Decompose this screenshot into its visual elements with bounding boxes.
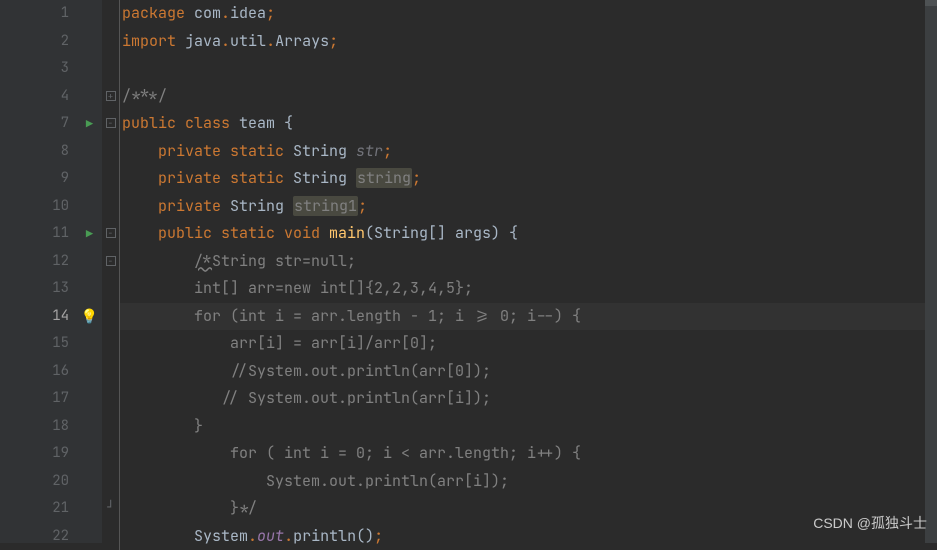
code-line[interactable]: for (int i = arr.length - 1; i >= 0; i--… xyxy=(119,303,937,331)
line-number: 20 xyxy=(22,468,69,496)
run-icon[interactable]: ▶ xyxy=(86,221,93,249)
line-number: 13 xyxy=(22,275,69,303)
line-number: 10 xyxy=(22,193,69,221)
code-line[interactable]: import java.util.Arrays; xyxy=(119,28,937,56)
fold-expand-icon[interactable]: + xyxy=(106,91,116,101)
gutter-icon-strip: ▶ ▶ 💡 xyxy=(77,0,102,543)
code-line[interactable]: for ( int i = 0; i < arr.length; i++) { xyxy=(119,440,937,468)
left-slab xyxy=(0,0,22,543)
line-number: 8 xyxy=(22,138,69,166)
fold-end-icon: ┘ xyxy=(107,501,114,515)
code-line[interactable]: System.out.println(arr[i]); xyxy=(119,468,937,496)
line-number: 18 xyxy=(22,413,69,441)
line-number: 3 xyxy=(22,55,69,83)
line-number: 16 xyxy=(22,358,69,386)
line-number: 1 xyxy=(22,0,69,28)
code-line[interactable]: // System.out.println(arr[i]); xyxy=(119,385,937,413)
code-line[interactable]: int[] arr=new int[]{2,2,3,4,5}; xyxy=(119,275,937,303)
run-icon[interactable]: ▶ xyxy=(86,111,93,139)
code-area[interactable]: package com.idea;import java.util.Arrays… xyxy=(119,0,937,543)
unused-warning-highlight: string xyxy=(356,168,412,188)
code-editor[interactable]: 123478910111213141516171819202122 ▶▶💡 +−… xyxy=(0,0,937,543)
line-number: 11 xyxy=(22,220,69,248)
unused-warning-highlight: string1 xyxy=(293,196,358,216)
intention-bulb-icon[interactable]: 💡 xyxy=(81,308,98,326)
vertical-scrollbar[interactable] xyxy=(925,0,937,543)
fold-collapse-icon[interactable]: − xyxy=(106,256,116,266)
code-line[interactable]: } xyxy=(119,413,937,441)
line-number-gutter: 123478910111213141516171819202122 xyxy=(22,0,77,543)
scrollbar-marker xyxy=(925,0,937,6)
code-line[interactable]: public static void main(String[] args) { xyxy=(119,220,937,248)
line-number: 19 xyxy=(22,440,69,468)
code-line[interactable]: arr[i] = arr[i]/arr[0]; xyxy=(119,330,937,358)
code-line[interactable]: }*/ xyxy=(119,495,937,523)
line-number: 14 xyxy=(22,303,69,331)
code-line[interactable] xyxy=(119,55,937,83)
line-number: 9 xyxy=(22,165,69,193)
fold-strip: + − − − ┘ xyxy=(102,0,119,543)
code-line[interactable]: private String string1; xyxy=(119,193,937,221)
code-line[interactable]: //System.out.println(arr[0]); xyxy=(119,358,937,386)
line-number: 12 xyxy=(22,248,69,276)
line-number: 21 xyxy=(22,495,69,523)
code-line[interactable]: /***/ xyxy=(119,83,937,111)
code-line[interactable]: public class team { xyxy=(119,110,937,138)
code-line[interactable]: private static String string; xyxy=(119,165,937,193)
code-line[interactable]: package com.idea; xyxy=(119,0,937,28)
code-line[interactable]: System.out.println(); xyxy=(119,523,937,550)
line-number: 15 xyxy=(22,330,69,358)
line-number: 22 xyxy=(22,523,69,550)
line-number: 7 xyxy=(22,110,69,138)
fold-collapse-icon[interactable]: − xyxy=(106,228,116,238)
code-line[interactable]: /*String str=null; xyxy=(119,248,937,276)
line-number: 2 xyxy=(22,28,69,56)
fold-collapse-icon[interactable]: − xyxy=(106,118,116,128)
line-number: 4 xyxy=(22,83,69,111)
code-line[interactable]: private static String str; xyxy=(119,138,937,166)
line-number: 17 xyxy=(22,385,69,413)
